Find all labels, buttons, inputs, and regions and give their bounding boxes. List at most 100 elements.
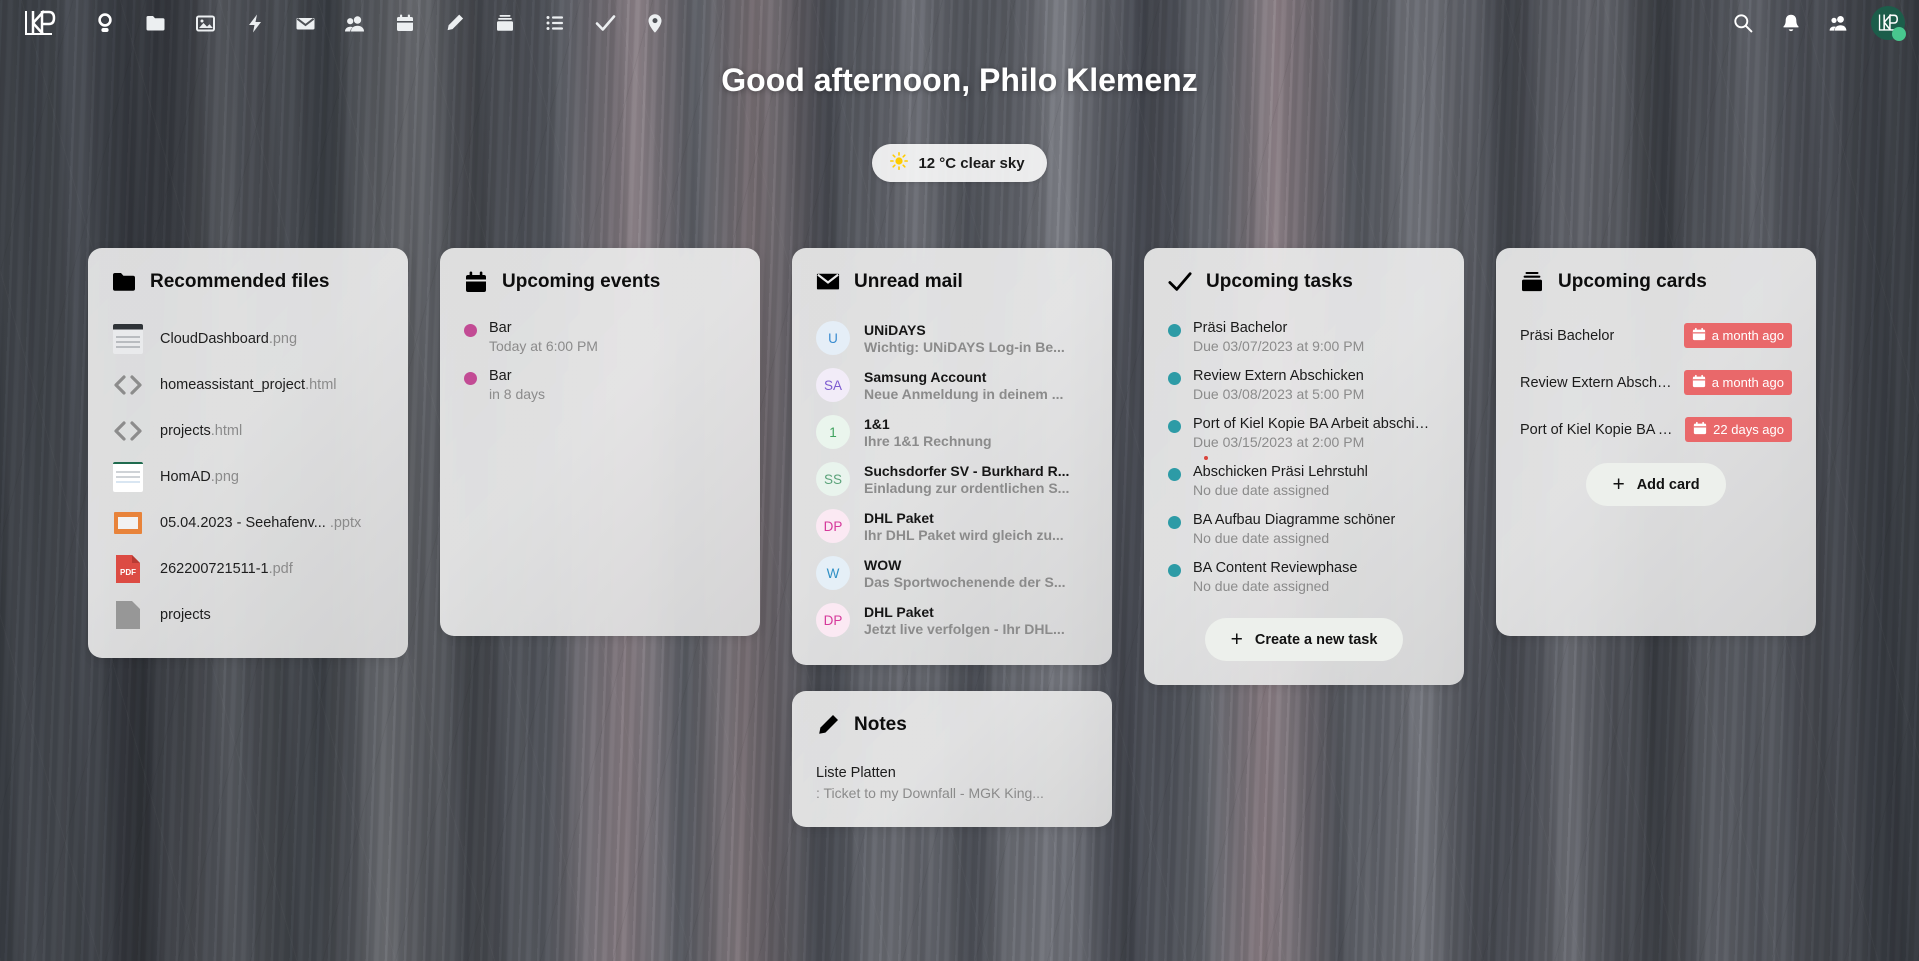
task-color-dot <box>1168 468 1181 481</box>
event-color-dot <box>464 372 477 385</box>
mail-sender: UNiDAYS <box>864 321 926 338</box>
pdf-icon: PDF <box>112 553 144 585</box>
list-item[interactable]: CloudDashboard.png <box>108 316 388 362</box>
list-item[interactable]: Liste Platten : Ticket to my Downfall - … <box>812 759 1092 807</box>
nav-files[interactable] <box>130 0 180 46</box>
app-navigation <box>80 0 680 46</box>
nav-maps[interactable] <box>630 0 680 46</box>
list-item[interactable]: SS Suchsdorfer SV - Burkhard R... Einlad… <box>812 457 1092 501</box>
check-icon <box>1168 270 1192 294</box>
column-files: Recommended files CloudDashboard.png hom… <box>88 248 408 827</box>
card-due-label: a month ago <box>1711 328 1784 343</box>
card-title: Port of Kiel Kopie BA A... <box>1520 421 1676 438</box>
list-item[interactable]: Port of Kiel Kopie BA Arbeit abschic... … <box>1164 412 1444 460</box>
task-color-dot <box>1168 372 1181 385</box>
add-card-button[interactable]: + Add card <box>1586 463 1726 506</box>
widget-title: Notes <box>854 714 907 735</box>
list-item[interactable]: 1 1&1 Ihre 1&1 Rechnung <box>812 410 1092 454</box>
code-icon <box>112 415 144 447</box>
deck-icon <box>1520 270 1544 294</box>
nav-check[interactable] <box>580 0 630 46</box>
list-item[interactable]: Bar Today at 6:00 PM <box>460 316 740 364</box>
person-icon[interactable] <box>1815 0 1863 46</box>
list-item[interactable]: PDF 262200721511-1.pdf <box>108 546 388 592</box>
file-name: 262200721511-1.pdf <box>160 561 293 577</box>
mail-icon <box>816 270 840 294</box>
nav-photos[interactable] <box>180 0 230 46</box>
create-new-task-button[interactable]: + Create a new task <box>1204 618 1404 661</box>
list-item[interactable]: Präsi Bachelor a month ago <box>1516 316 1796 355</box>
status-badge: 22 days ago <box>1685 417 1792 442</box>
event-color-dot <box>464 324 477 337</box>
status-badge: a month ago <box>1683 370 1792 395</box>
widget-title: Unread mail <box>854 271 963 292</box>
avatar: SS <box>816 462 850 496</box>
list-item[interactable]: projects <box>108 592 388 638</box>
calendar-icon <box>1692 374 1706 391</box>
list-item[interactable]: HomAD.png <box>108 454 388 500</box>
nav-calendar[interactable] <box>380 0 430 46</box>
task-title: Port of Kiel Kopie BA Arbeit abschic... <box>1193 416 1433 432</box>
task-color-dot <box>1168 516 1181 529</box>
list-item[interactable]: Review Extern Abschicken Due 03/08/2023 … <box>1164 364 1444 412</box>
weather-status-button[interactable]: 12 °C clear sky <box>872 144 1047 182</box>
weather-widget-wrap: 12 °C clear sky <box>0 144 1919 182</box>
list-item[interactable]: W WOW Das Sportwochenende der S... <box>812 551 1092 595</box>
task-title: BA Aufbau Diagramme schöner <box>1193 512 1396 528</box>
sun-icon <box>890 152 909 174</box>
list-item[interactable]: DP DHL Paket Ihr DHL Paket wird gleich z… <box>812 504 1092 548</box>
mail-sender: Suchsdorfer SV - Burkhard R... <box>864 462 1070 479</box>
avatar-status-dot <box>1892 27 1906 41</box>
avatar: W <box>816 556 850 590</box>
nav-tasks-list[interactable] <box>530 0 580 46</box>
nav-deck[interactable] <box>480 0 530 46</box>
avatar: DP <box>816 603 850 637</box>
priority-marker <box>1204 456 1208 460</box>
list-item[interactable]: projects.html <box>108 408 388 454</box>
user-avatar[interactable] <box>1871 6 1906 41</box>
task-due: No due date assigned <box>1193 578 1330 594</box>
mail-subject: Neue Anmeldung in deinem ... <box>864 385 1064 402</box>
list-item[interactable]: SA Samsung Account Neue Anmeldung in dei… <box>812 363 1092 407</box>
list-item[interactable]: Bar in 8 days <box>460 364 740 412</box>
plus-icon: + <box>1230 628 1243 651</box>
task-title: Review Extern Abschicken <box>1193 368 1364 384</box>
nav-contacts[interactable] <box>330 0 380 46</box>
task-due: No due date assigned <box>1193 530 1330 546</box>
nav-dashboard[interactable] <box>80 0 130 46</box>
widget-header: Notes <box>812 713 1092 737</box>
file-name: homeassistant_project.html <box>160 377 337 393</box>
list-item[interactable]: U UNiDAYS Wichtig: UNiDAYS Log-in Be... <box>812 316 1092 360</box>
file-name: projects <box>160 607 211 623</box>
mail-subject: Ihre 1&1 Rechnung <box>864 432 992 449</box>
search-icon[interactable] <box>1719 0 1767 46</box>
app-logo[interactable] <box>12 0 66 46</box>
list-item[interactable]: Port of Kiel Kopie BA A... 22 days ago <box>1516 410 1796 449</box>
header-actions <box>1719 0 1919 46</box>
column-mail: Unread mail U UNiDAYS Wichtig: UNiDAYS L… <box>792 248 1112 827</box>
nav-notes[interactable] <box>430 0 480 46</box>
widget-upcoming-tasks: Upcoming tasks Präsi Bachelor Due 03/07/… <box>1144 248 1464 685</box>
code-icon <box>112 369 144 401</box>
add-card-label: Add card <box>1636 476 1700 493</box>
list-item[interactable]: homeassistant_project.html <box>108 362 388 408</box>
list-item[interactable]: DP DHL Paket Jetzt live verfolgen - Ihr … <box>812 598 1092 642</box>
list-item[interactable]: Abschicken Präsi Lehrstuhl No due date a… <box>1164 456 1444 508</box>
card-due-label: a month ago <box>1711 375 1784 390</box>
widget-header: Upcoming tasks <box>1164 270 1444 294</box>
pencil-icon <box>816 713 840 737</box>
list-item[interactable]: Präsi Bachelor Due 03/07/2023 at 9:00 PM <box>1164 316 1444 364</box>
list-item[interactable]: BA Content Reviewphase No due date assig… <box>1164 556 1444 604</box>
event-time: Today at 6:00 PM <box>489 338 598 354</box>
file-name: CloudDashboard.png <box>160 331 298 347</box>
nav-activity[interactable] <box>230 0 280 46</box>
widget-unread-mail: Unread mail U UNiDAYS Wichtig: UNiDAYS L… <box>792 248 1112 665</box>
note-title: Liste Platten <box>816 765 896 781</box>
calendar-icon <box>1693 421 1707 438</box>
list-item[interactable]: Review Extern Abschic... a month ago <box>1516 363 1796 402</box>
list-item[interactable]: BA Aufbau Diagramme schöner No due date … <box>1164 508 1444 556</box>
nav-mail[interactable] <box>280 0 330 46</box>
list-item[interactable]: 05.04.2023 - Seehafenv... .pptx <box>108 500 388 546</box>
column-tasks: Upcoming tasks Präsi Bachelor Due 03/07/… <box>1144 248 1464 827</box>
bell-icon[interactable] <box>1767 0 1815 46</box>
